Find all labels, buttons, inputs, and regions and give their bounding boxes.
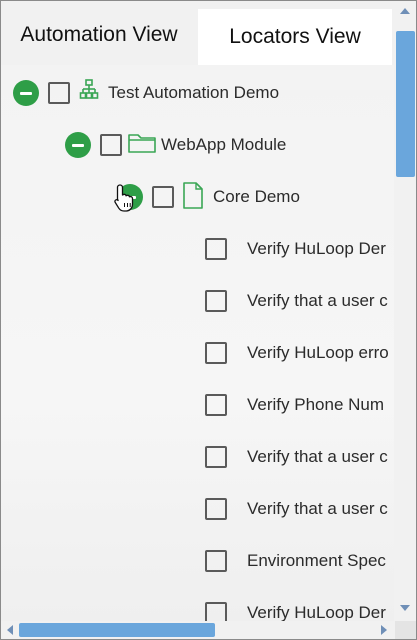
node-label[interactable]: Test Automation Demo <box>108 73 279 113</box>
leaf-label[interactable]: Verify HuLoop erro <box>247 333 394 373</box>
tree-leaf[interactable]: Verify Phone Num <box>1 385 394 425</box>
tree-leaf[interactable]: Verify that a user c <box>1 437 394 477</box>
tab-locators-view[interactable]: Locators View <box>198 9 392 65</box>
tree-node-module[interactable]: WebApp Module <box>1 125 394 165</box>
leaf-checkbox[interactable] <box>205 446 227 468</box>
leaf-label[interactable]: Verify that a user c <box>247 281 394 321</box>
leaf-checkbox[interactable] <box>205 498 227 520</box>
collapse-toggle-icon[interactable] <box>65 132 91 158</box>
folder-icon <box>128 134 156 153</box>
leaf-checkbox[interactable] <box>205 342 227 364</box>
vertical-scroll-thumb[interactable] <box>396 31 415 177</box>
tree-node-suite[interactable]: Core Demo <box>1 177 394 217</box>
leaf-checkbox[interactable] <box>205 550 227 572</box>
leaf-checkbox[interactable] <box>205 602 227 621</box>
leaf-label[interactable]: Verify HuLoop Der <box>247 229 394 269</box>
leaf-label[interactable]: Verify Phone Num <box>247 385 394 425</box>
tab-bar: Automation View Locators View <box>1 1 394 65</box>
leaf-checkbox[interactable] <box>205 394 227 416</box>
leaf-checkbox[interactable] <box>205 290 227 312</box>
horizontal-scroll-thumb[interactable] <box>19 623 215 637</box>
tree-leaf[interactable]: Verify that a user c <box>1 489 394 529</box>
tree-leaf[interactable]: Verify that a user c <box>1 281 394 321</box>
scroll-right-arrow-icon[interactable] <box>381 625 387 635</box>
node-label[interactable]: WebApp Module <box>161 125 286 165</box>
tree-leaf[interactable]: Verify HuLoop Der <box>1 229 394 269</box>
automation-tree-panel: Automation View Locators View Test Autom… <box>0 0 417 640</box>
tree-leaf[interactable]: Verify HuLoop Der <box>1 593 394 621</box>
tree-node-root[interactable]: Test Automation Demo <box>1 73 394 113</box>
node-checkbox[interactable] <box>152 186 174 208</box>
leaf-label[interactable]: Verify HuLoop Der <box>247 593 394 621</box>
hierarchy-icon <box>79 79 99 99</box>
tree-leaf[interactable]: Verify HuLoop erro <box>1 333 394 373</box>
leaf-checkbox[interactable] <box>205 238 227 260</box>
node-checkbox[interactable] <box>48 82 70 104</box>
file-icon <box>183 182 203 209</box>
scroll-left-arrow-icon[interactable] <box>7 625 13 635</box>
scroll-up-arrow-icon[interactable] <box>400 8 410 14</box>
horizontal-scrollbar[interactable] <box>1 621 395 639</box>
tree-view: Test Automation Demo WebApp Module Core … <box>1 65 394 621</box>
leaf-label[interactable]: Verify that a user c <box>247 437 394 477</box>
node-checkbox[interactable] <box>100 134 122 156</box>
leaf-label[interactable]: Environment Spec <box>247 541 394 581</box>
tree-leaf[interactable]: Environment Spec <box>1 541 394 581</box>
node-label[interactable]: Core Demo <box>213 177 300 217</box>
scroll-down-arrow-icon[interactable] <box>400 605 410 611</box>
leaf-label[interactable]: Verify that a user c <box>247 489 394 529</box>
hand-cursor-icon <box>114 184 134 212</box>
collapse-toggle-icon[interactable] <box>13 80 39 106</box>
scrollbar-corner <box>395 621 416 639</box>
tab-automation-view[interactable]: Automation View <box>1 7 197 63</box>
vertical-scrollbar[interactable] <box>395 1 416 621</box>
